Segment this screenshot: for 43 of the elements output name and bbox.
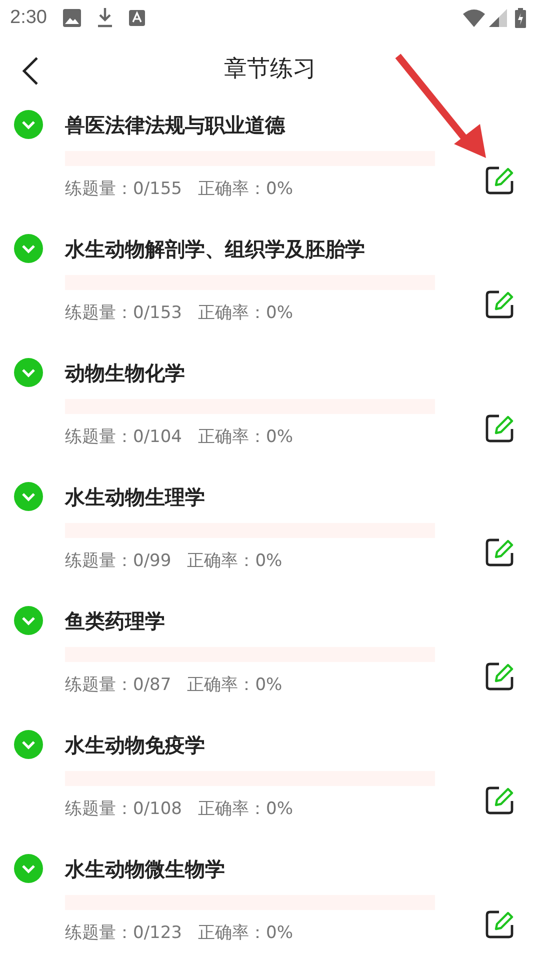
edit-button[interactable] bbox=[484, 784, 516, 816]
edit-button[interactable] bbox=[484, 412, 516, 444]
question-count: 练题量：0/155 bbox=[65, 178, 182, 201]
edit-button[interactable] bbox=[484, 660, 516, 692]
edit-button[interactable] bbox=[484, 536, 516, 568]
download-icon bbox=[96, 8, 113, 28]
image-icon bbox=[62, 9, 81, 27]
expand-toggle-icon[interactable] bbox=[14, 110, 43, 139]
accuracy-rate: 正确率：0% bbox=[198, 302, 293, 325]
edit-button[interactable] bbox=[484, 908, 516, 940]
chapter-title[interactable]: 水生动物生理学 bbox=[65, 485, 484, 509]
accuracy-rate: 正确率：0% bbox=[187, 674, 282, 697]
accuracy-rate: 正确率：0% bbox=[198, 798, 293, 821]
expand-toggle-icon[interactable] bbox=[14, 358, 43, 387]
chapter-title[interactable]: 水生动物免疫学 bbox=[65, 733, 484, 757]
question-count: 练题量：0/99 bbox=[65, 550, 172, 573]
page-title: 章节练习 bbox=[224, 54, 316, 84]
question-count: 练题量：0/123 bbox=[65, 922, 182, 945]
chapter-title[interactable]: 动物生物化学 bbox=[65, 361, 484, 385]
accuracy-rate: 正确率：0% bbox=[187, 550, 282, 573]
status-time: 2:30 bbox=[10, 6, 47, 30]
question-count: 练题量：0/104 bbox=[65, 426, 182, 449]
question-count: 练题量：0/153 bbox=[65, 302, 182, 325]
battery-icon bbox=[515, 8, 526, 28]
chapter-title[interactable]: 兽医法律法规与职业道德 bbox=[65, 113, 484, 137]
edit-button[interactable] bbox=[484, 164, 516, 196]
edit-button[interactable] bbox=[484, 288, 516, 320]
expand-toggle-icon[interactable] bbox=[14, 854, 43, 883]
accuracy-rate: 正确率：0% bbox=[198, 426, 293, 449]
question-count: 练题量：0/87 bbox=[65, 674, 172, 697]
expand-toggle-icon[interactable] bbox=[14, 730, 43, 759]
expand-toggle-icon[interactable] bbox=[14, 606, 43, 635]
chapter-title[interactable]: 水生动物微生物学 bbox=[65, 857, 484, 881]
signal-icon bbox=[489, 9, 507, 27]
accuracy-rate: 正确率：0% bbox=[198, 178, 293, 201]
expand-toggle-icon[interactable] bbox=[14, 482, 43, 511]
chapter-title[interactable]: 水生动物解剖学、组织学及胚胎学 bbox=[65, 237, 484, 261]
accuracy-rate: 正确率：0% bbox=[198, 922, 293, 945]
wifi-icon bbox=[463, 9, 485, 27]
expand-toggle-icon[interactable] bbox=[14, 234, 43, 263]
text-icon bbox=[128, 10, 145, 26]
chapter-title[interactable]: 鱼类药理学 bbox=[65, 609, 484, 633]
question-count: 练题量：0/108 bbox=[65, 798, 182, 821]
